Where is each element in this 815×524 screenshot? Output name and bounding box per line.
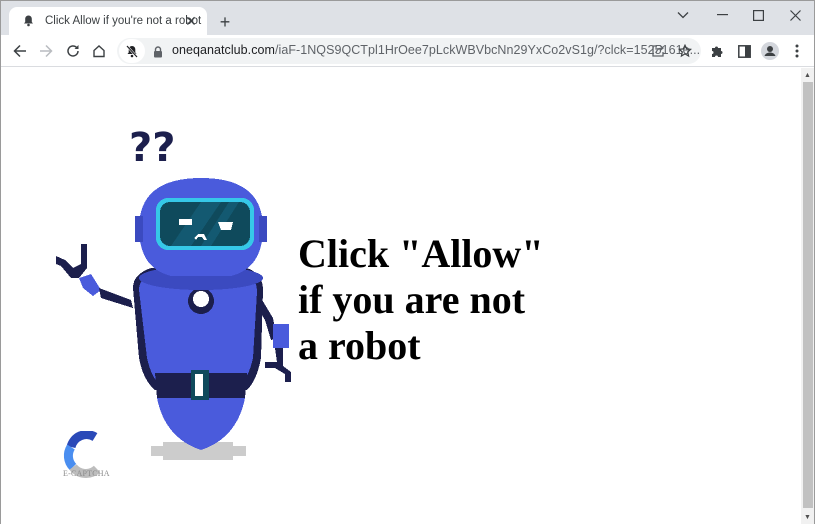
home-button[interactable] [87,39,111,63]
scroll-up-arrow-icon[interactable]: ▲ [801,68,814,82]
back-arrow-icon [13,44,26,58]
robot-left-arm [56,244,133,308]
minimize-button[interactable] [707,5,737,25]
menu-button[interactable] [785,39,809,63]
side-panel-button[interactable] [732,39,756,63]
robot-head [135,178,267,290]
vertical-scrollbar[interactable]: ▲ ▼ [801,68,814,524]
home-icon [93,45,105,58]
new-tab-button[interactable]: + [215,12,235,32]
close-icon [789,9,801,21]
url-text[interactable]: oneqanatclub.com/iaF-1NQS9QCTpl1HrOee7pL… [172,43,700,57]
side-panel-icon [737,44,751,58]
ecaptcha-label: E-CAPTCHA [63,469,110,478]
url-host: oneqanatclub.com [172,43,275,57]
notifications-blocked-button[interactable] [119,39,145,63]
back-button[interactable] [8,39,32,63]
browser-toolbar: oneqanatclub.com/iaF-1NQS9QCTpl1HrOee7pL… [1,35,814,67]
close-window-button[interactable] [780,5,810,25]
address-bar[interactable]: oneqanatclub.com/iaF-1NQS9QCTpl1HrOee7pL… [117,38,701,64]
tab-close-icon[interactable]: ✕ [183,13,199,29]
profile-icon [761,42,779,60]
forward-button[interactable] [34,39,58,63]
reload-button[interactable] [61,39,85,63]
tab-title: Click Allow if you're not a robot [45,15,202,27]
scroll-down-arrow-icon[interactable]: ▼ [801,510,814,524]
maximize-icon [752,9,764,21]
lock-icon[interactable] [153,45,163,58]
page-content: ?? Click "Allow" if you are not a robot … [1,68,801,524]
robot-illustration: ?? [56,125,291,460]
minimize-icon [716,14,728,16]
bell-lock-icon [22,15,34,27]
headline-line-1: Click "Allow" [298,231,544,276]
allow-prompt-headline: Click "Allow" if you are not a robot [298,231,544,369]
forward-arrow-icon [40,44,53,58]
puzzle-icon [712,46,723,57]
headline-line-3: a robot [298,323,421,368]
bell-off-icon [126,44,138,58]
kebab-menu-icon [795,44,799,58]
chevron-down-icon [677,12,689,19]
tab-search-button[interactable] [668,5,698,25]
url-path: /iaF-1NQS9QCTpl1HrOee7pLckWBVbcNn29YxCo2… [274,43,701,57]
robot-body [133,268,263,450]
question-marks-icon: ?? [129,125,175,171]
tab-strip: Click Allow if you're not a robot ✕ + [1,1,814,35]
star-icon[interactable] [675,41,695,61]
share-icon[interactable] [648,41,668,61]
reload-icon [67,45,79,57]
svg-text:??: ?? [129,125,175,171]
maximize-button[interactable] [743,5,773,25]
tab-active[interactable]: Click Allow if you're not a robot ✕ [9,7,207,35]
profile-button[interactable] [758,39,782,63]
browser-window: Click Allow if you're not a robot ✕ + on… [0,0,815,524]
headline-line-2: if you are not [298,277,526,322]
scrollbar-thumb[interactable] [803,82,813,508]
extensions-button[interactable] [705,39,729,63]
